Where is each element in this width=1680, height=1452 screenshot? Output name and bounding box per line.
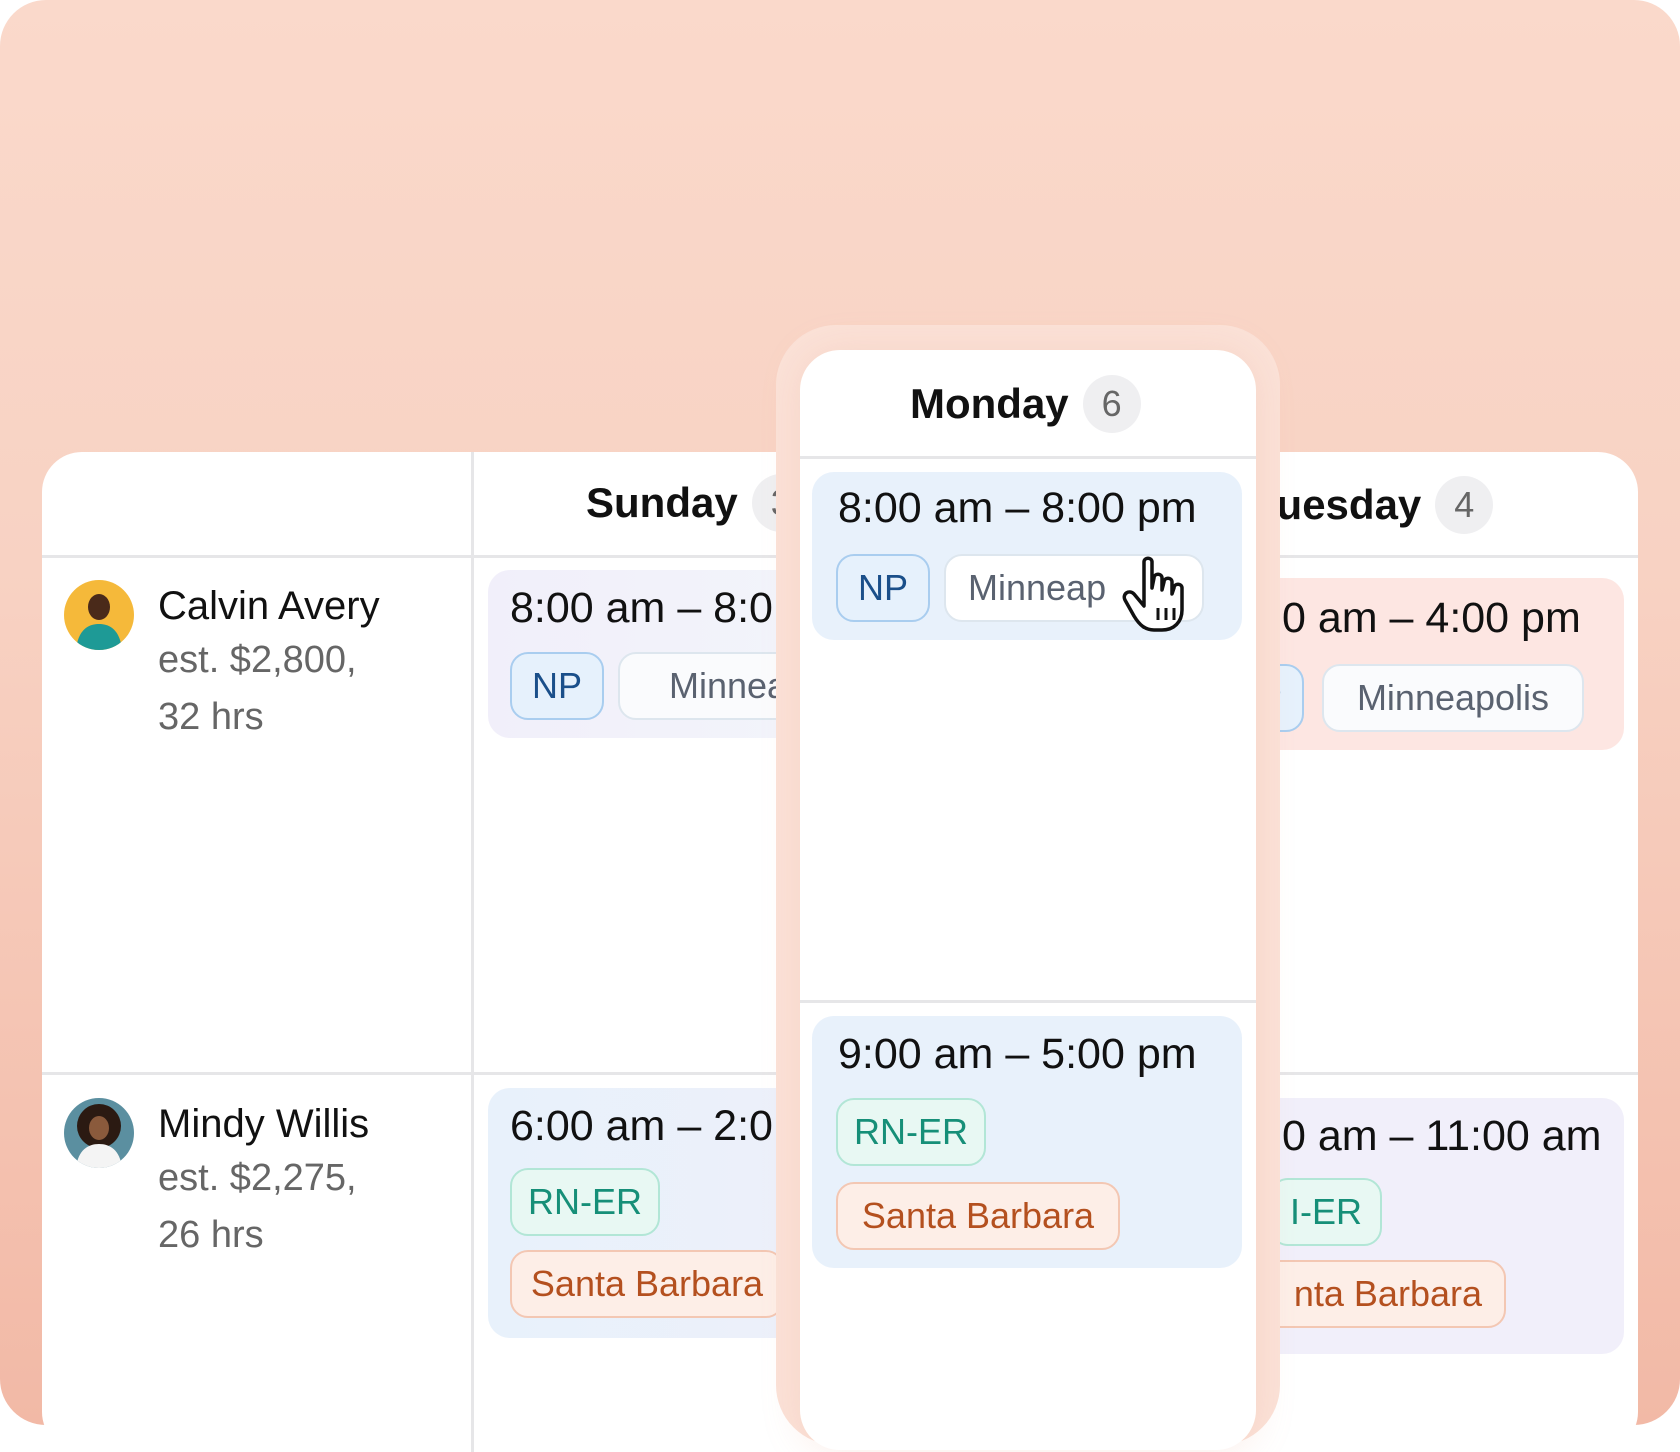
worker-hours: 32 hrs <box>158 696 264 738</box>
location-tag: Santa Barbara <box>510 1250 784 1318</box>
role-tag: NP <box>510 652 604 720</box>
shift-card-calvin-sunday[interactable]: 8:00 am – 8:0 NP Minneap <box>488 570 818 738</box>
role-tag: NP <box>836 554 930 622</box>
worker-estimate: est. $2,800, <box>158 639 357 681</box>
day-label: Monday <box>910 380 1069 427</box>
worker-hours: 26 hrs <box>158 1214 264 1256</box>
worker-estimate: est. $2,275, <box>158 1157 357 1199</box>
avatar <box>64 580 134 650</box>
shift-time: 8:00 am – 8:0 <box>510 584 773 632</box>
location-tag: nta Barbara <box>1280 1260 1506 1328</box>
shift-time: 0 am – 11:00 am <box>1282 1112 1602 1160</box>
person-photo-icon <box>76 1104 122 1168</box>
hand-pointer-icon <box>1122 556 1184 632</box>
worker-row-calvin[interactable]: Calvin Avery est. $2,800, 32 hrs <box>64 580 418 746</box>
shift-card-mindy-monday[interactable]: 9:00 am – 5:00 pm RN-ER Santa Barbara <box>812 1016 1242 1268</box>
worker-name: Calvin Avery <box>158 584 380 628</box>
worker-name: Mindy Willis <box>158 1102 370 1146</box>
tuesday-column-clip: 0 am – 4:00 pm NP Minneapolis 0 am – 11:… <box>1280 452 1638 1452</box>
person-photo-icon <box>76 594 122 650</box>
shift-card-mindy-tuesday[interactable]: 0 am – 11:00 am I-ER nta Barbara <box>1280 1098 1624 1354</box>
monday-column[interactable]: Monday 6 8:00 am – 8:00 pm NP Minneap 9:… <box>800 350 1256 1450</box>
location-label: Minneap <box>968 567 1107 608</box>
worker-row-mindy[interactable]: Mindy Willis est. $2,275, 26 hrs <box>64 1098 418 1264</box>
grid-divider <box>800 1000 1256 1003</box>
day-header-monday[interactable]: Monday 6 <box>910 375 1141 433</box>
date-badge: 6 <box>1082 375 1141 433</box>
sunday-column-clip: 8:00 am – 8:0 NP Minneap 6:00 am – 2:0 R… <box>472 452 818 1452</box>
role-tag: I-ER <box>1280 1178 1382 1246</box>
role-tag: NP <box>1280 664 1304 732</box>
shift-card-calvin-tuesday[interactable]: 0 am – 4:00 pm NP Minneapolis <box>1280 578 1624 750</box>
location-tag: Santa Barbara <box>836 1182 1120 1250</box>
role-tag: RN-ER <box>836 1098 986 1166</box>
shift-time: 6:00 am – 2:0 <box>510 1102 773 1150</box>
shift-time: 8:00 am – 8:00 pm <box>838 484 1197 532</box>
avatar <box>64 1098 134 1168</box>
grid-divider <box>800 456 1256 459</box>
role-tag: RN-ER <box>510 1168 660 1236</box>
shift-card-mindy-sunday[interactable]: 6:00 am – 2:0 RN-ER Santa Barbara <box>488 1088 818 1338</box>
location-tag: Minneapolis <box>1322 664 1584 732</box>
shift-time: 9:00 am – 5:00 pm <box>838 1030 1197 1078</box>
shift-time: 0 am – 4:00 pm <box>1282 594 1581 642</box>
